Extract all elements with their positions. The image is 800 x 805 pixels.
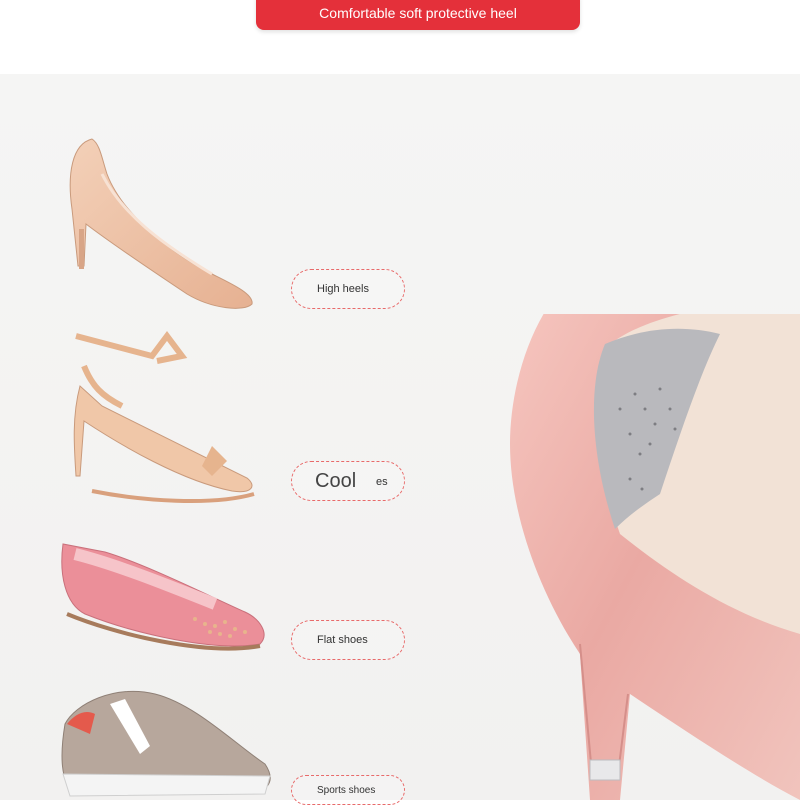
- category-flat-shoes: Flat shoes: [291, 620, 405, 660]
- category-label: Cool: [315, 470, 357, 492]
- sandal-shoe-image: [73, 331, 255, 503]
- product-stage: [0, 74, 800, 800]
- category-sports-shoes: Sports shoes: [291, 775, 405, 805]
- category-label: High heels: [317, 283, 369, 295]
- category-label: Flat shoes: [317, 634, 368, 646]
- category-label: Sports shoes: [317, 784, 376, 796]
- category-high-heels: High heels: [291, 269, 405, 309]
- high-heel-shoe-image: [69, 138, 253, 309]
- category-label-tail: es: [376, 476, 388, 488]
- heel-protector-closeup-image: [510, 314, 800, 800]
- sports-shoe-image: [61, 690, 271, 797]
- flat-shoe-image: [61, 543, 265, 651]
- banner-title: Comfortable soft protective heel: [256, 0, 580, 30]
